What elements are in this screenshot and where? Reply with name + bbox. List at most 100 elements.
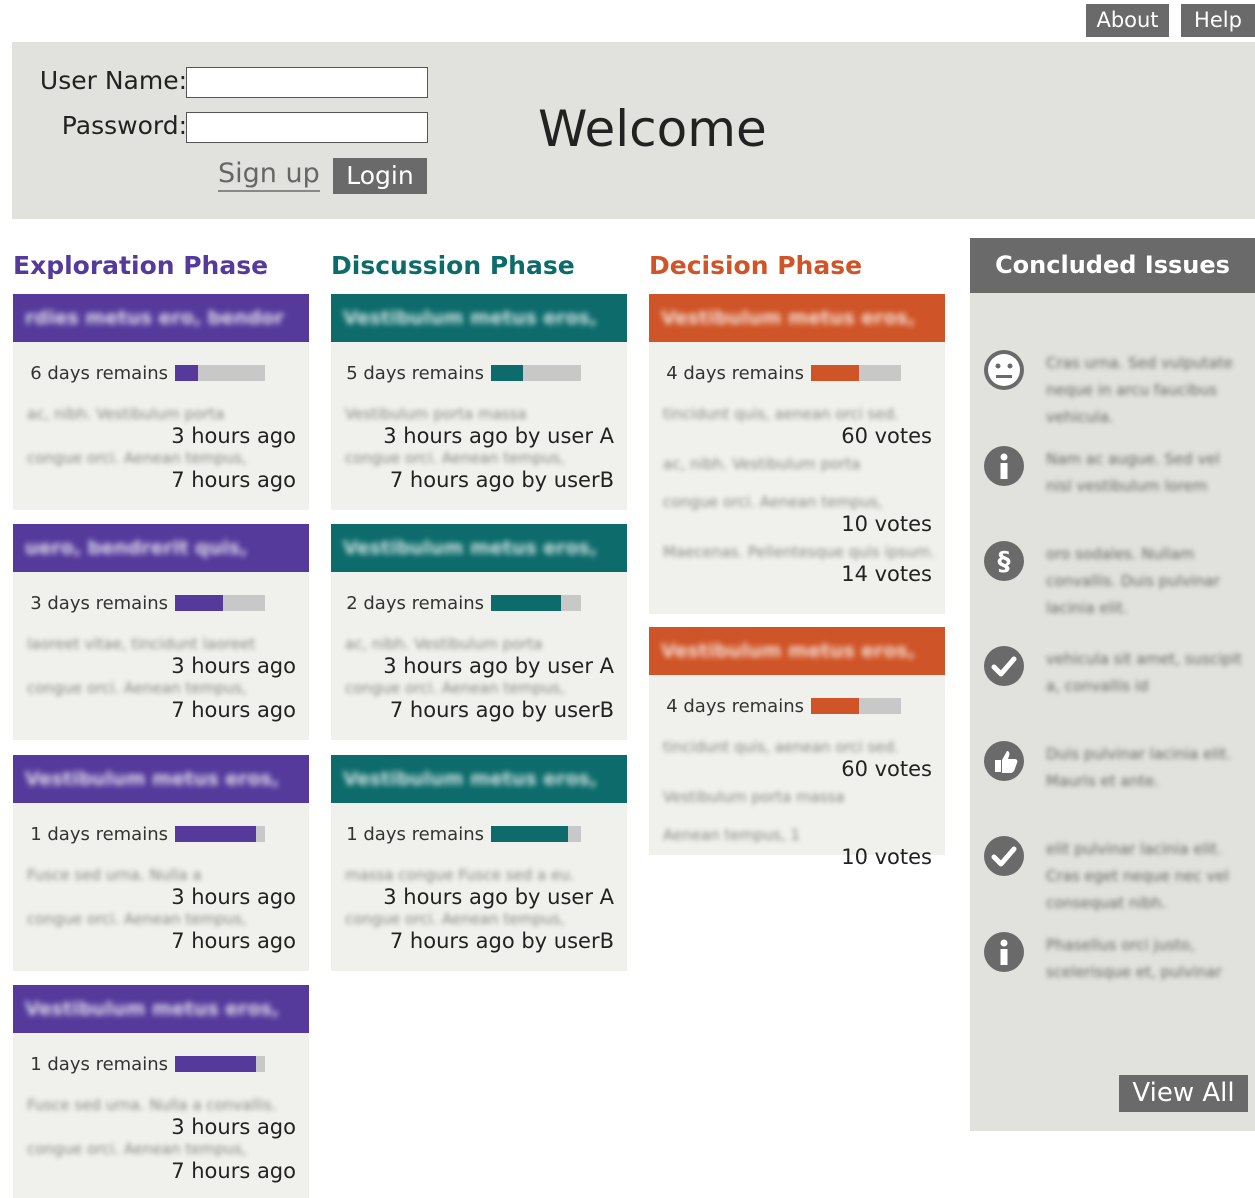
days-remaining-text: 5 days remains [346,362,484,384]
comment-snippet: congue orci. Aenean tempus, [27,910,247,928]
issue-card[interactable]: Vestibulum metus eros, 1 days remains mass… [331,755,627,971]
username-input[interactable] [186,67,428,98]
days-remaining: 1 days remains [13,1033,309,1095]
help-button[interactable]: Help [1181,4,1255,37]
concluded-issue[interactable]: Cras urna. Sed vulputate neque in arcu f… [984,350,1244,431]
issue-card-title[interactable]: Vestibulum metus eros, [331,524,627,572]
issue-card-title[interactable]: Vestibulum metus eros, [331,294,627,342]
days-remaining-text: 1 days remains [30,823,168,845]
time-progress-fill [175,595,223,611]
issue-card[interactable]: rdies metus ero, bendor 6 days remains ac,… [13,294,309,510]
password-input[interactable] [186,112,428,143]
issue-card-title[interactable]: Vestibulum metus eros, [13,985,309,1033]
time-progress-fill [491,595,561,611]
time-progress-bar [491,826,581,842]
timestamp: 3 hours ago by user A [383,885,614,909]
issue-title-text: Vestibulum metus eros, [343,768,598,790]
vote-count: 10 votes [841,512,932,536]
issue-title-text: rdies metus ero, bendor [25,307,284,329]
concluded-issue[interactable]: Nam ac augue. Sed vel nisl vestibulum lo… [984,446,1244,500]
timestamp: 7 hours ago [171,468,296,492]
issue-card[interactable]: uero, bendrerit quis, 3 days remains laore… [13,524,309,740]
time-progress-bar [811,698,901,714]
concluded-issue-text: Nam ac augue. Sed vel nisl vestibulum lo… [1046,450,1220,495]
vote-count: 60 votes [841,757,932,781]
days-remaining-text: 6 days remains [30,362,168,384]
issue-card-body: 5 days remains Vestibulum porta massa 3 ho… [331,342,627,493]
comment-snippet: laoreet vitae, tincidunt laoreet [27,635,256,653]
issue-card[interactable]: Vestibulum metus eros, 2 days remains ac, … [331,524,627,740]
time-progress-fill [811,365,859,381]
exploration-column: Exploration Phase rdies metus ero, bendo… [13,250,309,1198]
timestamp: 7 hours ago [171,929,296,953]
vote-count: 14 votes [841,562,932,586]
section-icon: § [984,541,1024,581]
time-progress-fill [811,698,859,714]
concluded-issue[interactable]: vehicula sit amet, suscipit a, convallis… [984,646,1244,700]
issue-card[interactable]: Vestibulum metus eros, 1 days remains Fusc… [13,985,309,1198]
issue-card-body: 1 days remains massa congue Fusce sed a e… [331,803,627,954]
comment-snippet: congue orci. Aenean tempus, [345,679,565,697]
concluded-issue[interactable]: Duis pulvinar lacinia elit. Mauris et an… [984,741,1244,795]
issue-card-title[interactable]: Vestibulum metus eros, [331,755,627,803]
exploration-title: Exploration Phase [13,251,269,280]
comment-snippet: congue orci. Aenean tempus, [27,1140,247,1158]
time-progress-fill [175,1056,256,1072]
comment-snippet: massa congue Fusce sed a eu. [345,866,575,884]
days-remaining-text: 3 days remains [30,592,168,614]
issue-card-title[interactable]: Vestibulum metus eros, [649,627,945,675]
concluded-issue-text: Duis pulvinar lacinia elit. Mauris et an… [1046,745,1232,790]
discussion-title: Discussion Phase [331,251,575,280]
timestamp: 7 hours ago by userB [389,698,614,722]
issue-card[interactable]: Vestibulum metus eros, 4 days remains tinc… [649,294,945,614]
welcome-heading: Welcome [538,100,767,158]
view-all-button[interactable]: View All [1119,1075,1248,1112]
about-button[interactable]: About [1086,4,1169,37]
check-icon [984,836,1024,876]
concluded-issue-text: Phasellus orci justo, scelerisque et, pu… [1046,936,1222,981]
days-remaining: 4 days remains [649,675,945,737]
comment-snippet: Fusce sed urna. Nulla a convallis. [27,1096,277,1114]
days-remaining-text: 2 days remains [346,592,484,614]
time-progress-bar [175,595,265,611]
concluded-issue[interactable]: Phasellus orci justo, scelerisque et, pu… [984,932,1244,986]
timestamp: 3 hours ago by user A [383,424,614,448]
issue-card-title[interactable]: rdies metus ero, bendor [13,294,309,342]
timestamp: 7 hours ago [171,1159,296,1183]
info-icon [984,446,1024,486]
signup-link[interactable]: Sign up [218,158,320,192]
concluded-issue-text: vehicula sit amet, suscipit a, convallis… [1046,650,1242,695]
decision-column: Decision Phase Vestibulum metus eros, 4 d… [649,250,945,869]
issue-card[interactable]: Vestibulum metus eros, 4 days remains tinc… [649,627,945,869]
issue-card[interactable]: Vestibulum metus eros, 1 days remains Fusc… [13,755,309,971]
timestamp: 3 hours ago [171,654,296,678]
concluded-issues-panel: Concluded Issues Cras urna. Sed vulputat… [970,238,1255,1131]
concluded-issue[interactable]: § oro sodales. Nullam convallis. Duis pul… [984,541,1244,622]
comment-snippet: congue orci. Aenean tempus, [27,449,247,467]
time-progress-fill [491,826,568,842]
concluded-issues-title: Concluded Issues [970,238,1255,293]
days-remaining: 4 days remains [649,342,945,404]
login-button[interactable]: Login [333,158,427,194]
login-header: User Name: Password: Sign up Login Welco… [12,42,1255,219]
issue-card[interactable]: Vestibulum metus eros, 5 days remains Vest… [331,294,627,510]
comment-snippet: Aenean tempus, 1 [663,826,801,844]
days-remaining: 5 days remains [331,342,627,404]
time-progress-bar [811,365,901,381]
time-progress-fill [491,365,523,381]
issue-card-title[interactable]: Vestibulum metus eros, [649,294,945,342]
issue-card-title[interactable]: Vestibulum metus eros, [13,755,309,803]
time-progress-bar [491,365,581,381]
check-icon [984,646,1024,686]
issue-title-text: Vestibulum metus eros, [343,537,598,559]
issue-title-text: Vestibulum metus eros, [661,307,916,329]
days-remaining: 1 days remains [331,803,627,865]
issue-card-title[interactable]: uero, bendrerit quis, [13,524,309,572]
concluded-issue[interactable]: elit pulvinar lacinia elit. Cras eget ne… [984,836,1244,917]
comment-snippet: ac, nibh. Vestibulum porta [345,635,543,653]
top-nav: About Help [1086,4,1255,37]
neutral-face-icon [984,350,1024,390]
time-progress-bar [175,365,265,381]
issue-title-text: uero, bendrerit quis, [25,537,248,559]
